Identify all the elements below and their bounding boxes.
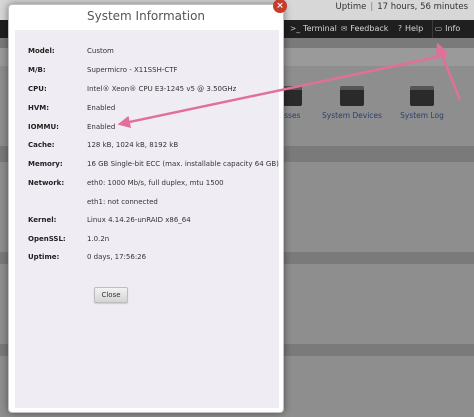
arrow-to-info bbox=[435, 42, 462, 101]
arrow-to-iommu bbox=[117, 53, 448, 129]
annotation-arrows bbox=[117, 42, 462, 129]
